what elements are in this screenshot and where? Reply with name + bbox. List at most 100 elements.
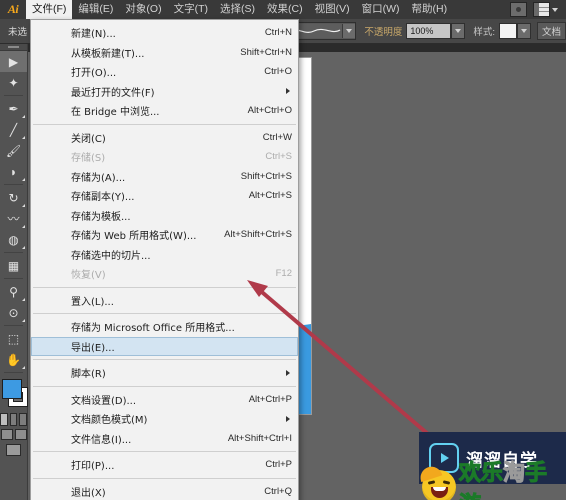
style-swatch[interactable] <box>498 23 517 39</box>
brush-dropdown-arrow[interactable] <box>342 24 356 38</box>
tool-group-indicator-icon <box>22 366 25 369</box>
normal-screen-mode-icon[interactable] <box>0 429 13 440</box>
menu-item-label: 文件信息(I)... <box>71 434 132 446</box>
paintbrush-tool[interactable]: 🖌 <box>0 140 27 161</box>
wm-part-2: 淘 <box>503 461 526 487</box>
full-screen-mode-icon[interactable] <box>14 429 27 440</box>
opacity-input[interactable]: 100% <box>406 23 452 39</box>
submenu-arrow-icon <box>286 415 290 422</box>
menu-item[interactable]: 打印(P)... Ctrl+P <box>31 455 298 475</box>
pen-tool[interactable]: ✒ <box>0 98 27 119</box>
rotate-tool[interactable]: ↻ <box>0 187 27 208</box>
chevron-down-icon[interactable] <box>552 7 558 12</box>
blob-brush-tool-icon: ◗ <box>9 164 18 179</box>
menu-item-label: 从模板新建(T)... <box>71 48 145 60</box>
color-mode-buttons <box>0 413 28 426</box>
menu-5[interactable]: 效果(C) <box>261 0 309 19</box>
menu-bar-right-buttons <box>510 2 566 17</box>
menu-item[interactable]: 最近打开的文件(F) <box>31 82 298 102</box>
menu-7[interactable]: 窗口(W) <box>356 0 406 19</box>
menu-item[interactable]: 退出(X) Ctrl+Q <box>31 482 298 500</box>
menu-item-label: 退出(X) <box>71 487 106 499</box>
menu-item[interactable]: 脚本(R) <box>31 363 298 383</box>
menu-6[interactable]: 视图(V) <box>309 0 356 19</box>
line-segment-tool-icon: ╱ <box>9 122 18 137</box>
menu-1[interactable]: 编辑(E) <box>72 0 119 19</box>
artboard-tool-icon: ⬚ <box>7 331 20 346</box>
bridge-button[interactable] <box>510 2 527 17</box>
app-logo-icon: Ai <box>7 2 19 16</box>
hand-tool[interactable]: ✋ <box>0 349 27 370</box>
gradient-button[interactable] <box>9 413 18 426</box>
opacity-dropdown-arrow[interactable] <box>451 23 466 39</box>
blob-brush-tool[interactable]: ◗ <box>0 161 27 182</box>
tools-panel-grip[interactable] <box>0 43 27 51</box>
menu-item-shortcut: Shift+Ctrl+N <box>240 46 292 58</box>
menu-item[interactable]: 在 Bridge 中浏览... Alt+Ctrl+O <box>31 101 298 121</box>
selection-tool[interactable]: ▶ <box>0 51 27 72</box>
menu-item-shortcut: Ctrl+O <box>264 66 292 78</box>
menu-8[interactable]: 帮助(H) <box>406 0 454 19</box>
none-button[interactable] <box>19 413 28 426</box>
fill-swatch[interactable] <box>2 379 22 399</box>
menu-item[interactable]: 文件信息(I)... Alt+Shift+Ctrl+I <box>31 429 298 449</box>
color-button[interactable] <box>0 413 8 426</box>
menu-item-label: 文档颜色模式(M) <box>71 415 148 427</box>
change-screen-mode-icon[interactable] <box>6 444 21 456</box>
menu-item[interactable]: 存储为模板... <box>31 206 298 226</box>
menu-item-label: 打开(O)... <box>71 68 117 80</box>
document-button[interactable]: 文档 <box>536 22 566 40</box>
shape-builder-tool[interactable]: ◍ <box>0 229 27 250</box>
menu-item[interactable]: 关闭(C) Ctrl+W <box>31 128 298 148</box>
style-dropdown-arrow[interactable] <box>516 23 531 39</box>
menu-item[interactable]: 文档颜色模式(M) <box>31 409 298 429</box>
menu-item-label: 存储为 Web 所用格式(W)... <box>71 231 197 243</box>
illustrator-window: Ai 文件(F) 编辑(E) 对象(O) 文字(T) 选择(S) 效果(C) 视图(V) 窗口… <box>0 0 566 500</box>
pen-tool-icon: ✒ <box>8 101 19 116</box>
menu-item-label: 存储选中的切片... <box>71 250 151 262</box>
eyedropper-tool[interactable]: ⚲ <box>0 281 27 302</box>
menu-0[interactable]: 文件(F) <box>26 0 73 19</box>
shape-builder-tool-icon: ◍ <box>8 232 19 247</box>
menu-item-shortcut: Alt+Ctrl+S <box>248 190 292 202</box>
perspective-grid-tool[interactable]: ▦ <box>0 255 27 276</box>
watermark-huanle: 欢乐淘手游 <box>417 455 566 500</box>
workspace-switcher[interactable] <box>533 2 550 17</box>
divider <box>4 95 23 96</box>
menu-item[interactable]: 存储为 Web 所用格式(W)... Alt+Shift+Ctrl+S <box>31 225 298 245</box>
menu-4[interactable]: 选择(S) <box>214 0 261 19</box>
menu-item[interactable]: 置入(L)... <box>31 291 298 311</box>
menu-item-label: 关闭(C) <box>71 133 106 145</box>
menu-item[interactable]: 存储为(A)... Shift+Ctrl+S <box>31 167 298 187</box>
menu-item[interactable]: 存储为 Microsoft Office 所用格式... <box>31 317 298 337</box>
style-label: 样式: <box>473 27 495 38</box>
fill-stroke-swatches[interactable] <box>0 377 28 411</box>
tool-group-indicator-icon <box>22 178 25 181</box>
menu-2[interactable]: 对象(O) <box>119 0 167 19</box>
divider <box>4 184 23 185</box>
menu-item-shortcut: Alt+Shift+Ctrl+S <box>224 229 292 241</box>
menu-item[interactable]: 导出(E)... <box>31 336 298 356</box>
line-segment-tool[interactable]: ╱ <box>0 119 27 140</box>
menu-item-label: 文档设置(D)... <box>71 395 137 407</box>
menu-item-shortcut: Ctrl+W <box>262 131 292 143</box>
menu-item[interactable]: 打开(O)... Ctrl+O <box>31 62 298 82</box>
menu-item[interactable]: 存储选中的切片... <box>31 245 298 265</box>
menu-item-label: 最近打开的文件(F) <box>71 87 155 99</box>
magic-wand-tool-icon: ✦ <box>8 75 19 90</box>
menu-item[interactable]: 新建(N)... Ctrl+N <box>31 23 298 43</box>
menu-item[interactable]: 文档设置(D)... Alt+Ctrl+P <box>31 390 298 410</box>
warp-tool[interactable]: 〰 <box>0 208 27 229</box>
menu-item-label: 存储为(A)... <box>71 172 126 184</box>
divider <box>4 278 23 279</box>
artboard-tool[interactable]: ⬚ <box>0 328 27 349</box>
menu-3[interactable]: 文字(T) <box>168 0 214 19</box>
menu-item-shortcut: F12 <box>275 268 292 280</box>
menu-item[interactable]: 从模板新建(T)... Shift+Ctrl+N <box>31 43 298 63</box>
menu-item[interactable]: 存储副本(Y)... Alt+Ctrl+S <box>31 186 298 206</box>
file-menu-dropdown[interactable]: 新建(N)... Ctrl+N 从模板新建(T)... Shift+Ctrl+N 打开(… <box>30 19 299 500</box>
submenu-arrow-icon <box>286 369 290 376</box>
menu-item-label: 恢复(V) <box>71 270 106 282</box>
symbol-sprayer-tool[interactable]: ⊙ <box>0 302 27 323</box>
magic-wand-tool[interactable]: ✦ <box>0 72 27 93</box>
